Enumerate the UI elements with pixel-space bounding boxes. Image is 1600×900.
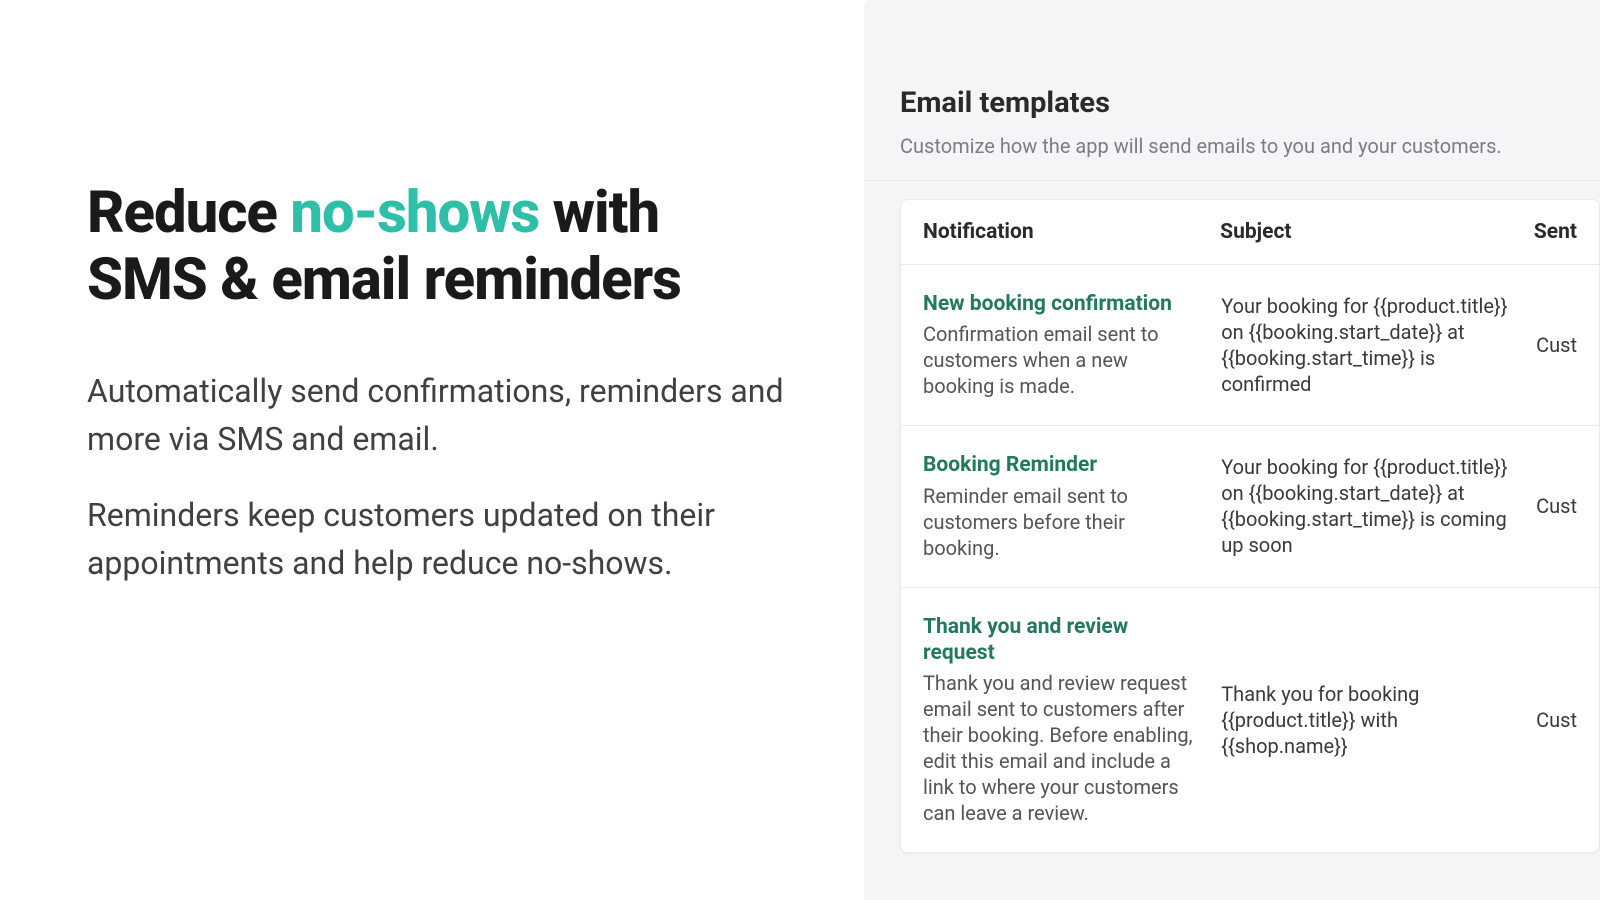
notification-cell: Thank you and review request Thank you a… xyxy=(923,614,1221,827)
column-header-notification: Notification xyxy=(923,220,1220,244)
notification-description: Thank you and review request email sent … xyxy=(923,670,1201,826)
marketing-paragraph-1: Automatically send confirmations, remind… xyxy=(87,367,784,463)
notification-cell: New booking confirmation Confirmation em… xyxy=(923,291,1221,399)
subject-cell: Thank you for booking {{product.title}} … xyxy=(1221,681,1536,759)
column-header-subject: Subject xyxy=(1220,220,1534,244)
sent-cell: Cust xyxy=(1536,708,1577,732)
spacer xyxy=(864,853,1600,873)
column-header-sent: Sent xyxy=(1534,220,1577,244)
app-pane: Email templates Customize how the app wi… xyxy=(864,0,1600,900)
marketing-body: Automatically send confirmations, remind… xyxy=(87,367,784,587)
panel-header: Email templates Customize how the app wi… xyxy=(864,86,1600,181)
headline: Reduce no-shows with SMS & email reminde… xyxy=(87,180,784,313)
notification-name[interactable]: New booking confirmation xyxy=(923,291,1201,317)
marketing-paragraph-2: Reminders keep customers updated on thei… xyxy=(87,491,784,587)
table-row[interactable]: Booking Reminder Reminder email sent to … xyxy=(901,426,1599,587)
notification-description: Confirmation email sent to customers whe… xyxy=(923,321,1201,399)
table-header-row: Notification Subject Sent xyxy=(901,200,1599,265)
headline-accent: no-shows xyxy=(290,179,539,247)
subject-cell: Your booking for {{product.title}} on {{… xyxy=(1221,293,1536,397)
sent-cell: Cust xyxy=(1536,333,1577,357)
panel-title: Email templates xyxy=(900,86,1564,120)
notification-name[interactable]: Booking Reminder xyxy=(923,452,1201,478)
table-row[interactable]: Thank you and review request Thank you a… xyxy=(901,588,1599,853)
table-row[interactable]: New booking confirmation Confirmation em… xyxy=(901,265,1599,426)
sent-cell: Cust xyxy=(1536,494,1577,518)
panel-subtitle: Customize how the app will send emails t… xyxy=(900,134,1564,158)
marketing-pane: Reduce no-shows with SMS & email reminde… xyxy=(0,0,864,900)
notification-name[interactable]: Thank you and review request xyxy=(923,614,1201,667)
subject-cell: Your booking for {{product.title}} on {{… xyxy=(1221,454,1536,558)
notification-description: Reminder email sent to customers before … xyxy=(923,483,1201,561)
email-templates-table: Notification Subject Sent New booking co… xyxy=(900,199,1600,853)
headline-part1: Reduce xyxy=(87,179,290,247)
notification-cell: Booking Reminder Reminder email sent to … xyxy=(923,452,1221,560)
main-container: Reduce no-shows with SMS & email reminde… xyxy=(0,0,1600,900)
